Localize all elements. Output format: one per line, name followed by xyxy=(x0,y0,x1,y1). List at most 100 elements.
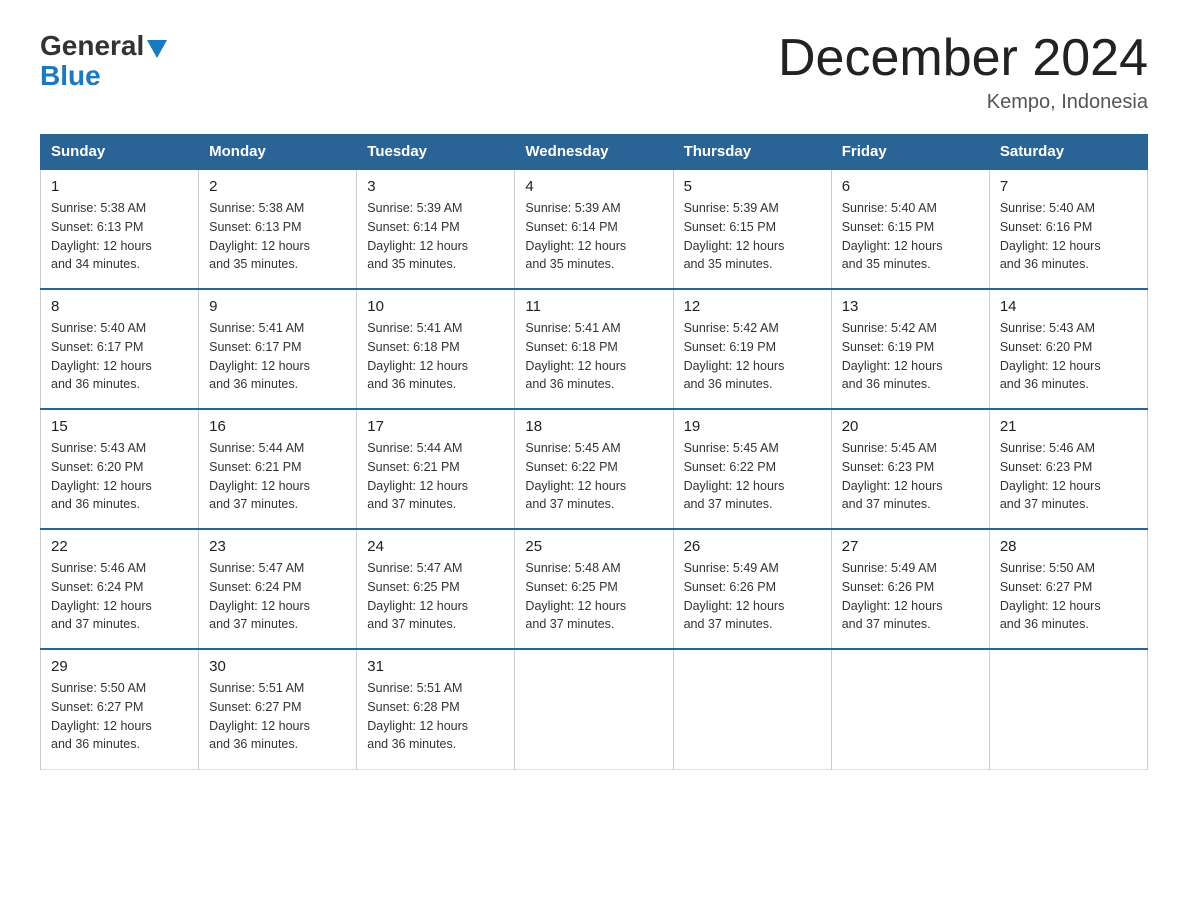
calendar-header: SundayMondayTuesdayWednesdayThursdayFrid… xyxy=(41,135,1148,170)
day-info: Sunrise: 5:50 AMSunset: 6:27 PMDaylight:… xyxy=(51,681,152,751)
day-number: 18 xyxy=(525,418,662,435)
calendar-day-cell: 29 Sunrise: 5:50 AMSunset: 6:27 PMDaylig… xyxy=(41,649,199,769)
day-info: Sunrise: 5:38 AMSunset: 6:13 PMDaylight:… xyxy=(51,201,152,271)
day-info: Sunrise: 5:47 AMSunset: 6:25 PMDaylight:… xyxy=(367,561,468,631)
weekday-header: Saturday xyxy=(989,135,1147,170)
day-info: Sunrise: 5:45 AMSunset: 6:22 PMDaylight:… xyxy=(684,441,785,511)
day-info: Sunrise: 5:40 AMSunset: 6:15 PMDaylight:… xyxy=(842,201,943,271)
day-number: 16 xyxy=(209,418,346,435)
day-number: 15 xyxy=(51,418,188,435)
calendar-day-cell: 6 Sunrise: 5:40 AMSunset: 6:15 PMDayligh… xyxy=(831,169,989,289)
calendar-day-cell: 4 Sunrise: 5:39 AMSunset: 6:14 PMDayligh… xyxy=(515,169,673,289)
day-info: Sunrise: 5:39 AMSunset: 6:15 PMDaylight:… xyxy=(684,201,785,271)
page-header: General Blue December 2024 Kempo, Indone… xyxy=(40,30,1148,114)
day-number: 23 xyxy=(209,538,346,555)
day-number: 6 xyxy=(842,178,979,195)
weekday-header: Thursday xyxy=(673,135,831,170)
day-number: 30 xyxy=(209,658,346,675)
day-number: 1 xyxy=(51,178,188,195)
day-info: Sunrise: 5:42 AMSunset: 6:19 PMDaylight:… xyxy=(684,321,785,391)
day-info: Sunrise: 5:48 AMSunset: 6:25 PMDaylight:… xyxy=(525,561,626,631)
calendar-day-cell: 24 Sunrise: 5:47 AMSunset: 6:25 PMDaylig… xyxy=(357,529,515,649)
day-number: 14 xyxy=(1000,298,1137,315)
calendar-day-cell: 28 Sunrise: 5:50 AMSunset: 6:27 PMDaylig… xyxy=(989,529,1147,649)
calendar-day-cell: 23 Sunrise: 5:47 AMSunset: 6:24 PMDaylig… xyxy=(199,529,357,649)
day-info: Sunrise: 5:45 AMSunset: 6:23 PMDaylight:… xyxy=(842,441,943,511)
day-number: 26 xyxy=(684,538,821,555)
calendar-day-cell xyxy=(515,649,673,769)
calendar-day-cell: 30 Sunrise: 5:51 AMSunset: 6:27 PMDaylig… xyxy=(199,649,357,769)
weekday-header: Monday xyxy=(199,135,357,170)
day-info: Sunrise: 5:49 AMSunset: 6:26 PMDaylight:… xyxy=(842,561,943,631)
calendar-day-cell: 2 Sunrise: 5:38 AMSunset: 6:13 PMDayligh… xyxy=(199,169,357,289)
calendar-week-row: 15 Sunrise: 5:43 AMSunset: 6:20 PMDaylig… xyxy=(41,409,1148,529)
calendar-week-row: 8 Sunrise: 5:40 AMSunset: 6:17 PMDayligh… xyxy=(41,289,1148,409)
logo-arrow-icon xyxy=(147,40,167,58)
calendar-day-cell: 19 Sunrise: 5:45 AMSunset: 6:22 PMDaylig… xyxy=(673,409,831,529)
day-number: 24 xyxy=(367,538,504,555)
calendar-week-row: 22 Sunrise: 5:46 AMSunset: 6:24 PMDaylig… xyxy=(41,529,1148,649)
weekday-header: Friday xyxy=(831,135,989,170)
day-info: Sunrise: 5:51 AMSunset: 6:28 PMDaylight:… xyxy=(367,681,468,751)
day-info: Sunrise: 5:45 AMSunset: 6:22 PMDaylight:… xyxy=(525,441,626,511)
calendar-day-cell xyxy=(989,649,1147,769)
day-number: 4 xyxy=(525,178,662,195)
day-number: 3 xyxy=(367,178,504,195)
calendar-body: 1 Sunrise: 5:38 AMSunset: 6:13 PMDayligh… xyxy=(41,169,1148,769)
day-info: Sunrise: 5:46 AMSunset: 6:23 PMDaylight:… xyxy=(1000,441,1101,511)
calendar-week-row: 1 Sunrise: 5:38 AMSunset: 6:13 PMDayligh… xyxy=(41,169,1148,289)
calendar-day-cell: 21 Sunrise: 5:46 AMSunset: 6:23 PMDaylig… xyxy=(989,409,1147,529)
calendar-day-cell: 17 Sunrise: 5:44 AMSunset: 6:21 PMDaylig… xyxy=(357,409,515,529)
day-number: 12 xyxy=(684,298,821,315)
day-number: 20 xyxy=(842,418,979,435)
day-number: 2 xyxy=(209,178,346,195)
day-info: Sunrise: 5:38 AMSunset: 6:13 PMDaylight:… xyxy=(209,201,310,271)
day-number: 19 xyxy=(684,418,821,435)
day-info: Sunrise: 5:40 AMSunset: 6:16 PMDaylight:… xyxy=(1000,201,1101,271)
calendar-day-cell: 14 Sunrise: 5:43 AMSunset: 6:20 PMDaylig… xyxy=(989,289,1147,409)
calendar-day-cell: 3 Sunrise: 5:39 AMSunset: 6:14 PMDayligh… xyxy=(357,169,515,289)
calendar-day-cell: 1 Sunrise: 5:38 AMSunset: 6:13 PMDayligh… xyxy=(41,169,199,289)
day-info: Sunrise: 5:40 AMSunset: 6:17 PMDaylight:… xyxy=(51,321,152,391)
calendar-day-cell: 18 Sunrise: 5:45 AMSunset: 6:22 PMDaylig… xyxy=(515,409,673,529)
day-info: Sunrise: 5:46 AMSunset: 6:24 PMDaylight:… xyxy=(51,561,152,631)
day-number: 17 xyxy=(367,418,504,435)
day-number: 5 xyxy=(684,178,821,195)
day-number: 27 xyxy=(842,538,979,555)
day-info: Sunrise: 5:44 AMSunset: 6:21 PMDaylight:… xyxy=(209,441,310,511)
calendar-day-cell: 25 Sunrise: 5:48 AMSunset: 6:25 PMDaylig… xyxy=(515,529,673,649)
day-info: Sunrise: 5:41 AMSunset: 6:18 PMDaylight:… xyxy=(525,321,626,391)
day-info: Sunrise: 5:41 AMSunset: 6:17 PMDaylight:… xyxy=(209,321,310,391)
calendar-day-cell: 7 Sunrise: 5:40 AMSunset: 6:16 PMDayligh… xyxy=(989,169,1147,289)
calendar-subtitle: Kempo, Indonesia xyxy=(778,91,1148,114)
day-info: Sunrise: 5:47 AMSunset: 6:24 PMDaylight:… xyxy=(209,561,310,631)
day-number: 21 xyxy=(1000,418,1137,435)
calendar-day-cell: 5 Sunrise: 5:39 AMSunset: 6:15 PMDayligh… xyxy=(673,169,831,289)
logo-general: General xyxy=(40,30,144,62)
day-number: 29 xyxy=(51,658,188,675)
calendar-day-cell: 31 Sunrise: 5:51 AMSunset: 6:28 PMDaylig… xyxy=(357,649,515,769)
day-info: Sunrise: 5:51 AMSunset: 6:27 PMDaylight:… xyxy=(209,681,310,751)
calendar-day-cell: 13 Sunrise: 5:42 AMSunset: 6:19 PMDaylig… xyxy=(831,289,989,409)
weekday-header: Sunday xyxy=(41,135,199,170)
day-info: Sunrise: 5:42 AMSunset: 6:19 PMDaylight:… xyxy=(842,321,943,391)
calendar-day-cell: 20 Sunrise: 5:45 AMSunset: 6:23 PMDaylig… xyxy=(831,409,989,529)
calendar-day-cell: 12 Sunrise: 5:42 AMSunset: 6:19 PMDaylig… xyxy=(673,289,831,409)
calendar-day-cell: 10 Sunrise: 5:41 AMSunset: 6:18 PMDaylig… xyxy=(357,289,515,409)
title-block: December 2024 Kempo, Indonesia xyxy=(778,30,1148,114)
day-number: 28 xyxy=(1000,538,1137,555)
day-info: Sunrise: 5:43 AMSunset: 6:20 PMDaylight:… xyxy=(51,441,152,511)
day-info: Sunrise: 5:49 AMSunset: 6:26 PMDaylight:… xyxy=(684,561,785,631)
day-info: Sunrise: 5:39 AMSunset: 6:14 PMDaylight:… xyxy=(525,201,626,271)
calendar-week-row: 29 Sunrise: 5:50 AMSunset: 6:27 PMDaylig… xyxy=(41,649,1148,769)
calendar-day-cell xyxy=(673,649,831,769)
calendar-day-cell xyxy=(831,649,989,769)
day-number: 8 xyxy=(51,298,188,315)
logo-blue: Blue xyxy=(40,60,101,92)
logo: General Blue xyxy=(40,30,167,92)
day-number: 25 xyxy=(525,538,662,555)
weekday-header: Tuesday xyxy=(357,135,515,170)
calendar-table: SundayMondayTuesdayWednesdayThursdayFrid… xyxy=(40,134,1148,770)
calendar-day-cell: 9 Sunrise: 5:41 AMSunset: 6:17 PMDayligh… xyxy=(199,289,357,409)
calendar-day-cell: 15 Sunrise: 5:43 AMSunset: 6:20 PMDaylig… xyxy=(41,409,199,529)
